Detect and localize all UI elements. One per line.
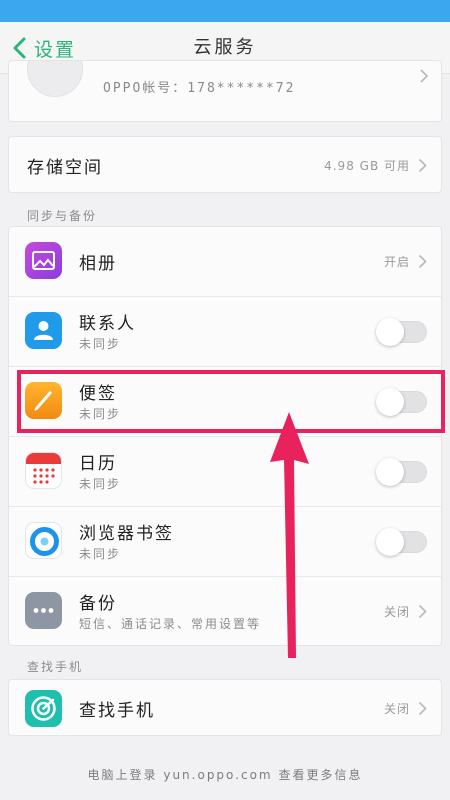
backup-icon: [25, 592, 62, 629]
notes-icon: [25, 382, 62, 419]
item-subtitle: 未同步: [79, 547, 122, 561]
chevron-right-icon: [418, 701, 427, 716]
toggle-knob: [376, 458, 404, 486]
list-item-browser-bookmarks[interactable]: 浏览器书签 未同步: [9, 507, 441, 577]
item-subtitle: 未同步: [79, 337, 122, 351]
item-title: 日历: [79, 454, 117, 474]
item-title: 备份: [79, 594, 117, 614]
storage-value-group: 4.98 GB 可用: [324, 157, 427, 174]
list-item-notes[interactable]: 便签 未同步: [9, 367, 441, 437]
storage-title: 存储空间: [27, 158, 103, 178]
chevron-right-icon: [418, 254, 427, 269]
item-subtitle: 未同步: [79, 407, 122, 421]
find-phone-row[interactable]: 查找手机 关闭: [8, 679, 442, 736]
chevron-right-icon: [418, 158, 427, 173]
item-title: 联系人: [79, 314, 136, 334]
footer-note: 电脑上登录 yun.oppo.com 查看更多信息: [87, 768, 363, 782]
contacts-icon: [25, 312, 62, 349]
storage-value: 4.98 GB 可用: [324, 159, 410, 173]
item-status-group: 关闭: [384, 603, 427, 620]
item-title: 便签: [79, 384, 117, 404]
section-label-find: 查找手机: [27, 660, 84, 674]
account-id: OPPO帐号：178******72: [103, 81, 296, 96]
list-item-calendar[interactable]: 日历 未同步: [9, 437, 441, 507]
item-status: 开启: [383, 255, 410, 269]
item-title: 浏览器书签: [79, 524, 174, 544]
item-subtitle: 短信、通话记录、常用设置等: [79, 617, 262, 631]
chevron-left-icon: [13, 37, 26, 59]
storage-row[interactable]: 存储空间 4.98 GB 可用: [8, 136, 442, 193]
photo-album-icon: [25, 242, 62, 279]
status-bar: [0, 0, 450, 22]
bookmarks-sync-toggle[interactable]: [376, 528, 427, 556]
avatar: [27, 61, 83, 97]
list-item-photo-album[interactable]: 相册 开启: [9, 227, 441, 297]
list-item-contacts[interactable]: 联系人 未同步: [9, 297, 441, 367]
chevron-right-icon: [420, 69, 429, 83]
find-phone-title: 查找手机: [79, 701, 155, 721]
calendar-icon: [25, 452, 62, 489]
find-phone-status-group: 关闭: [384, 700, 427, 717]
contacts-sync-toggle[interactable]: [376, 318, 427, 346]
item-status: 关闭: [383, 605, 410, 619]
find-phone-status: 关闭: [383, 702, 410, 716]
section-label-sync: 同步与备份: [27, 209, 98, 223]
list-item-backup[interactable]: 备份 短信、通话记录、常用设置等 关闭: [9, 577, 441, 647]
toggle-knob: [376, 528, 404, 556]
item-title: 相册: [79, 254, 117, 274]
toggle-knob: [376, 318, 404, 346]
back-label: 设置: [34, 38, 77, 61]
toggle-knob: [376, 388, 404, 416]
account-card[interactable]: OPPO帐号：178******72: [8, 60, 442, 122]
item-status-group: 开启: [384, 253, 427, 270]
item-subtitle: 未同步: [79, 477, 122, 491]
calendar-sync-toggle[interactable]: [376, 458, 427, 486]
find-phone-icon: [25, 690, 62, 727]
chevron-right-icon: [418, 604, 427, 619]
sync-list: 相册 开启 联系人 未同步 便签 未同步 日历 未同步 浏览器书签 未同步 备份…: [8, 226, 442, 646]
notes-sync-toggle[interactable]: [376, 388, 427, 416]
browser-icon: [25, 522, 62, 559]
